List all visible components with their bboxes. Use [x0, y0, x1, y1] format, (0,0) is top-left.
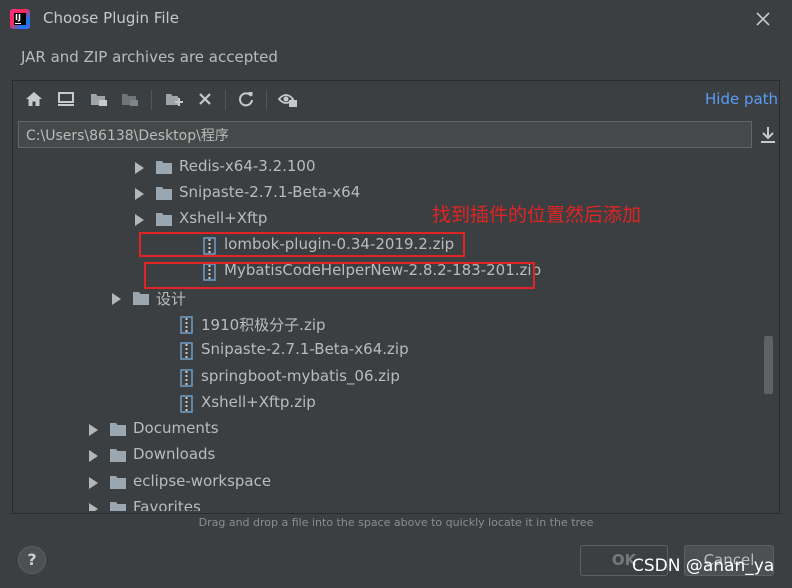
- delete-button[interactable]: [193, 86, 217, 112]
- tree-folder-row[interactable]: eclipse-workspace: [13, 469, 777, 495]
- module-folder-icon: [122, 94, 138, 106]
- tree-file-row[interactable]: Xshell+Xftp.zip: [13, 390, 777, 416]
- tree-item-label: Snipaste-2.7.1-Beta-x64: [179, 183, 361, 201]
- expand-arrow-icon[interactable]: [135, 214, 144, 226]
- module-folder-button[interactable]: [118, 86, 142, 112]
- path-field[interactable]: [18, 121, 752, 148]
- tree-folder-row[interactable]: Xshell+Xftp: [13, 206, 777, 232]
- zip-archive-icon: [180, 395, 193, 417]
- tree-item-label: Snipaste-2.7.1-Beta-x64.zip: [201, 340, 409, 358]
- file-toolbar: [12, 86, 778, 114]
- expand-arrow-icon[interactable]: [89, 477, 98, 489]
- folder-icon: [109, 421, 127, 441]
- expand-arrow-icon[interactable]: [89, 450, 98, 462]
- intellij-logo-icon: IJ: [10, 9, 30, 29]
- expand-arrow-icon[interactable]: [89, 424, 98, 436]
- tree-item-label: Downloads: [133, 445, 216, 463]
- tree-item-label: 1910积极分子.zip: [201, 316, 326, 334]
- expand-arrow-icon[interactable]: [135, 162, 144, 174]
- close-icon: [756, 12, 770, 26]
- tree-file-row[interactable]: 1910积极分子.zip: [13, 311, 777, 337]
- tree-file-row[interactable]: Snipaste-2.7.1-Beta-x64.zip: [13, 337, 777, 363]
- show-hidden-icon: [278, 94, 297, 107]
- tree-item-label: Redis-x64-3.2.100: [179, 157, 316, 175]
- download-icon: [761, 127, 775, 143]
- project-folder-button[interactable]: [87, 86, 111, 112]
- desktop-button[interactable]: [54, 86, 78, 112]
- tree-item-label: springboot-mybatis_06.zip: [201, 367, 400, 385]
- zip-archive-icon: [180, 342, 193, 364]
- download-button[interactable]: [758, 124, 778, 146]
- tree-item-label: Documents: [133, 419, 219, 437]
- show-hidden-button[interactable]: [276, 86, 300, 112]
- annotation-text: 找到插件的位置然后添加: [432, 204, 642, 226]
- folder-icon: [155, 185, 173, 205]
- project-folder-icon: [91, 94, 107, 106]
- path-input[interactable]: [19, 122, 751, 147]
- tree-item-label: Xshell+Xftp: [179, 209, 268, 227]
- folder-icon: [155, 211, 173, 231]
- expand-arrow-icon[interactable]: [112, 293, 121, 305]
- delete-icon: [199, 93, 211, 105]
- expand-arrow-icon[interactable]: [89, 503, 98, 511]
- tree-folder-row[interactable]: Downloads: [13, 442, 777, 468]
- tree-folder-row[interactable]: Favorites: [13, 495, 777, 511]
- close-button[interactable]: [748, 4, 778, 34]
- folder-icon: [155, 159, 173, 179]
- dialog-title: Choose Plugin File: [43, 9, 179, 27]
- new-folder-icon: [166, 94, 183, 106]
- file-tree[interactable]: Redis-x64-3.2.100 Snipaste-2.7.1-Beta-x64…: [13, 150, 777, 511]
- title-bar: IJ Choose Plugin File: [0, 0, 792, 38]
- tree-folder-row[interactable]: Documents: [13, 416, 777, 442]
- desktop-icon: [58, 92, 74, 106]
- drag-drop-hint: Drag and drop a file into the space abov…: [198, 516, 594, 529]
- help-button[interactable]: ?: [18, 546, 46, 574]
- tree-file-row[interactable]: springboot-mybatis_06.zip: [13, 364, 777, 390]
- annotation-box-mybatis: [144, 262, 535, 289]
- tree-folder-row[interactable]: Snipaste-2.7.1-Beta-x64: [13, 180, 777, 206]
- folder-icon: [132, 290, 150, 310]
- folder-icon: [109, 447, 127, 467]
- vertical-scrollbar[interactable]: [764, 336, 773, 394]
- tree-item-label: Favorites: [133, 498, 201, 511]
- refresh-icon: [239, 92, 253, 107]
- tree-item-label: Xshell+Xftp.zip: [201, 393, 316, 411]
- annotation-box-lombok: [139, 232, 465, 257]
- new-folder-button[interactable]: [162, 86, 186, 112]
- folder-icon: [109, 474, 127, 494]
- dialog-description: JAR and ZIP archives are accepted: [21, 48, 278, 66]
- folder-icon: [109, 500, 127, 511]
- home-button[interactable]: [22, 86, 46, 112]
- home-icon: [26, 92, 42, 106]
- zip-archive-icon: [180, 369, 193, 391]
- watermark: CSDN @anan_ya: [632, 556, 775, 576]
- hide-path-link[interactable]: Hide path: [705, 90, 778, 108]
- tree-item-label: eclipse-workspace: [133, 472, 272, 490]
- expand-arrow-icon[interactable]: [135, 188, 144, 200]
- tree-item-label: 设计: [156, 290, 187, 308]
- zip-archive-icon: [180, 316, 193, 338]
- refresh-button[interactable]: [234, 86, 258, 112]
- tree-folder-row[interactable]: Redis-x64-3.2.100: [13, 154, 777, 180]
